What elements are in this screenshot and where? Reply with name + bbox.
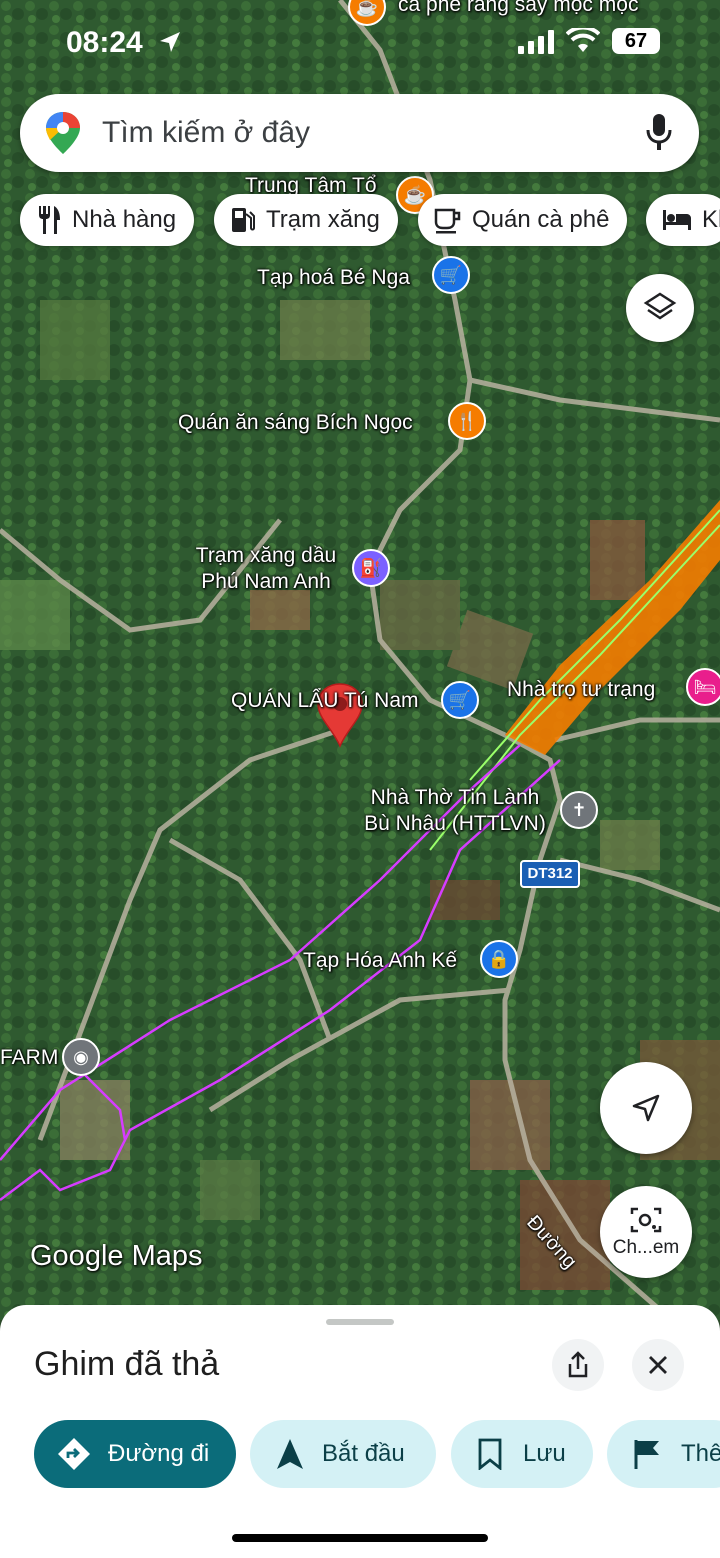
shopping-cart-icon[interactable]: 🛒 — [432, 256, 470, 294]
add-label-button[interactable]: Thê — [607, 1420, 720, 1488]
bed-icon — [663, 210, 691, 230]
pin-circle-icon[interactable]: ◉ — [62, 1038, 100, 1076]
location-arrow-icon — [160, 32, 180, 52]
signal-icon — [518, 30, 554, 54]
start-button[interactable]: Bắt đầu — [250, 1420, 436, 1488]
camera-lens-icon — [630, 1207, 662, 1233]
chip-label: Trạm xăng — [266, 206, 380, 233]
search-input[interactable]: Tìm kiếm ở đây — [102, 116, 310, 150]
coffee-cup-icon — [434, 208, 461, 234]
place-label[interactable]: Tạp Hóa Anh Kế — [303, 948, 457, 974]
my-location-button[interactable] — [600, 1062, 692, 1154]
chip-label: Nhà hàng — [72, 206, 177, 233]
battery-icon: 67 — [612, 28, 660, 54]
google-maps-watermark: Google Maps — [30, 1240, 203, 1272]
place-label[interactable]: FARM — [0, 1045, 58, 1071]
directions-icon — [58, 1438, 90, 1470]
start-label: Bắt đầu — [322, 1440, 405, 1467]
close-button[interactable] — [632, 1339, 684, 1391]
place-label[interactable]: QUÁN LẨU Tú Nam — [231, 688, 419, 714]
place-label-line1: Trạm xăng dầu — [195, 544, 337, 567]
bed-icon[interactable]: 🛏 — [686, 668, 720, 706]
chip-label: Quán cà phê — [472, 206, 610, 233]
place-label[interactable]: Quán ăn sáng Bích Ngọc — [178, 410, 413, 436]
search-bar[interactable]: Tìm kiếm ở đây — [20, 94, 699, 172]
chip-restaurants[interactable]: Nhà hàng — [20, 194, 195, 246]
status-time: 08:24 — [66, 26, 143, 59]
save-label: Lưu — [523, 1440, 566, 1467]
sheet-title: Ghim đã thả — [34, 1345, 220, 1383]
close-icon — [649, 1356, 667, 1374]
place-label[interactable]: Tạp hoá Bé Nga — [257, 265, 410, 291]
fork-knife-icon[interactable]: 🍴 — [448, 402, 486, 440]
flag-icon — [634, 1440, 659, 1469]
layers-icon — [643, 292, 677, 320]
chip-label: Kh — [702, 206, 720, 233]
gas-pump-icon — [232, 208, 255, 232]
place-label-line2: Phú Nam Anh — [201, 570, 331, 593]
place-label[interactable]: Trạm xăng dầu Phú Nam Anh — [186, 543, 346, 595]
microphone-icon[interactable] — [646, 114, 672, 152]
place-label[interactable]: Nhà trọ tư trạng — [507, 677, 655, 703]
lens-label: Ch...em — [612, 1237, 680, 1258]
share-button[interactable] — [552, 1339, 604, 1391]
navigation-arrow-icon — [277, 1439, 303, 1469]
directions-label: Đường đi — [108, 1440, 210, 1467]
status-bar: 08:24 67 — [0, 0, 720, 80]
shopping-cart-icon[interactable]: 🛒 — [441, 681, 479, 719]
sheet-drag-handle[interactable] — [326, 1319, 394, 1325]
bookmark-icon — [478, 1438, 502, 1470]
chip-hotels[interactable]: Kh — [646, 194, 720, 246]
google-maps-logo-icon — [46, 112, 80, 154]
chip-coffee[interactable]: Quán cà phê — [418, 194, 628, 246]
wifi-icon — [566, 28, 600, 52]
place-label-line2: Bù Nhâu (HTTLVN) — [364, 812, 546, 835]
save-button[interactable]: Lưu — [451, 1420, 593, 1488]
place-label-line1: Nhà Thờ Tin Lành — [370, 786, 540, 809]
home-indicator[interactable] — [232, 1534, 488, 1542]
navigation-arrow-icon — [632, 1094, 660, 1122]
cross-icon[interactable]: ✝ — [560, 791, 598, 829]
directions-button[interactable]: Đường đi — [34, 1420, 236, 1488]
place-label[interactable]: Nhà Thờ Tin Lành Bù Nhâu (HTTLVN) — [350, 785, 560, 837]
road-shield: DT312 — [520, 860, 580, 888]
lens-button[interactable]: Ch...em — [600, 1186, 692, 1278]
shopping-bag-icon[interactable]: 🔒 — [480, 940, 518, 978]
chip-gas-stations[interactable]: Trạm xăng — [214, 194, 398, 246]
bottom-sheet[interactable]: Ghim đã thả Đường đi Bắt đầu Lưu Thê — [0, 1305, 720, 1558]
share-icon — [568, 1351, 588, 1378]
gas-pump-icon[interactable]: ⛽ — [352, 549, 390, 587]
fork-knife-icon — [39, 206, 60, 234]
add-label-label: Thê — [681, 1440, 720, 1467]
layers-button[interactable] — [626, 274, 694, 342]
